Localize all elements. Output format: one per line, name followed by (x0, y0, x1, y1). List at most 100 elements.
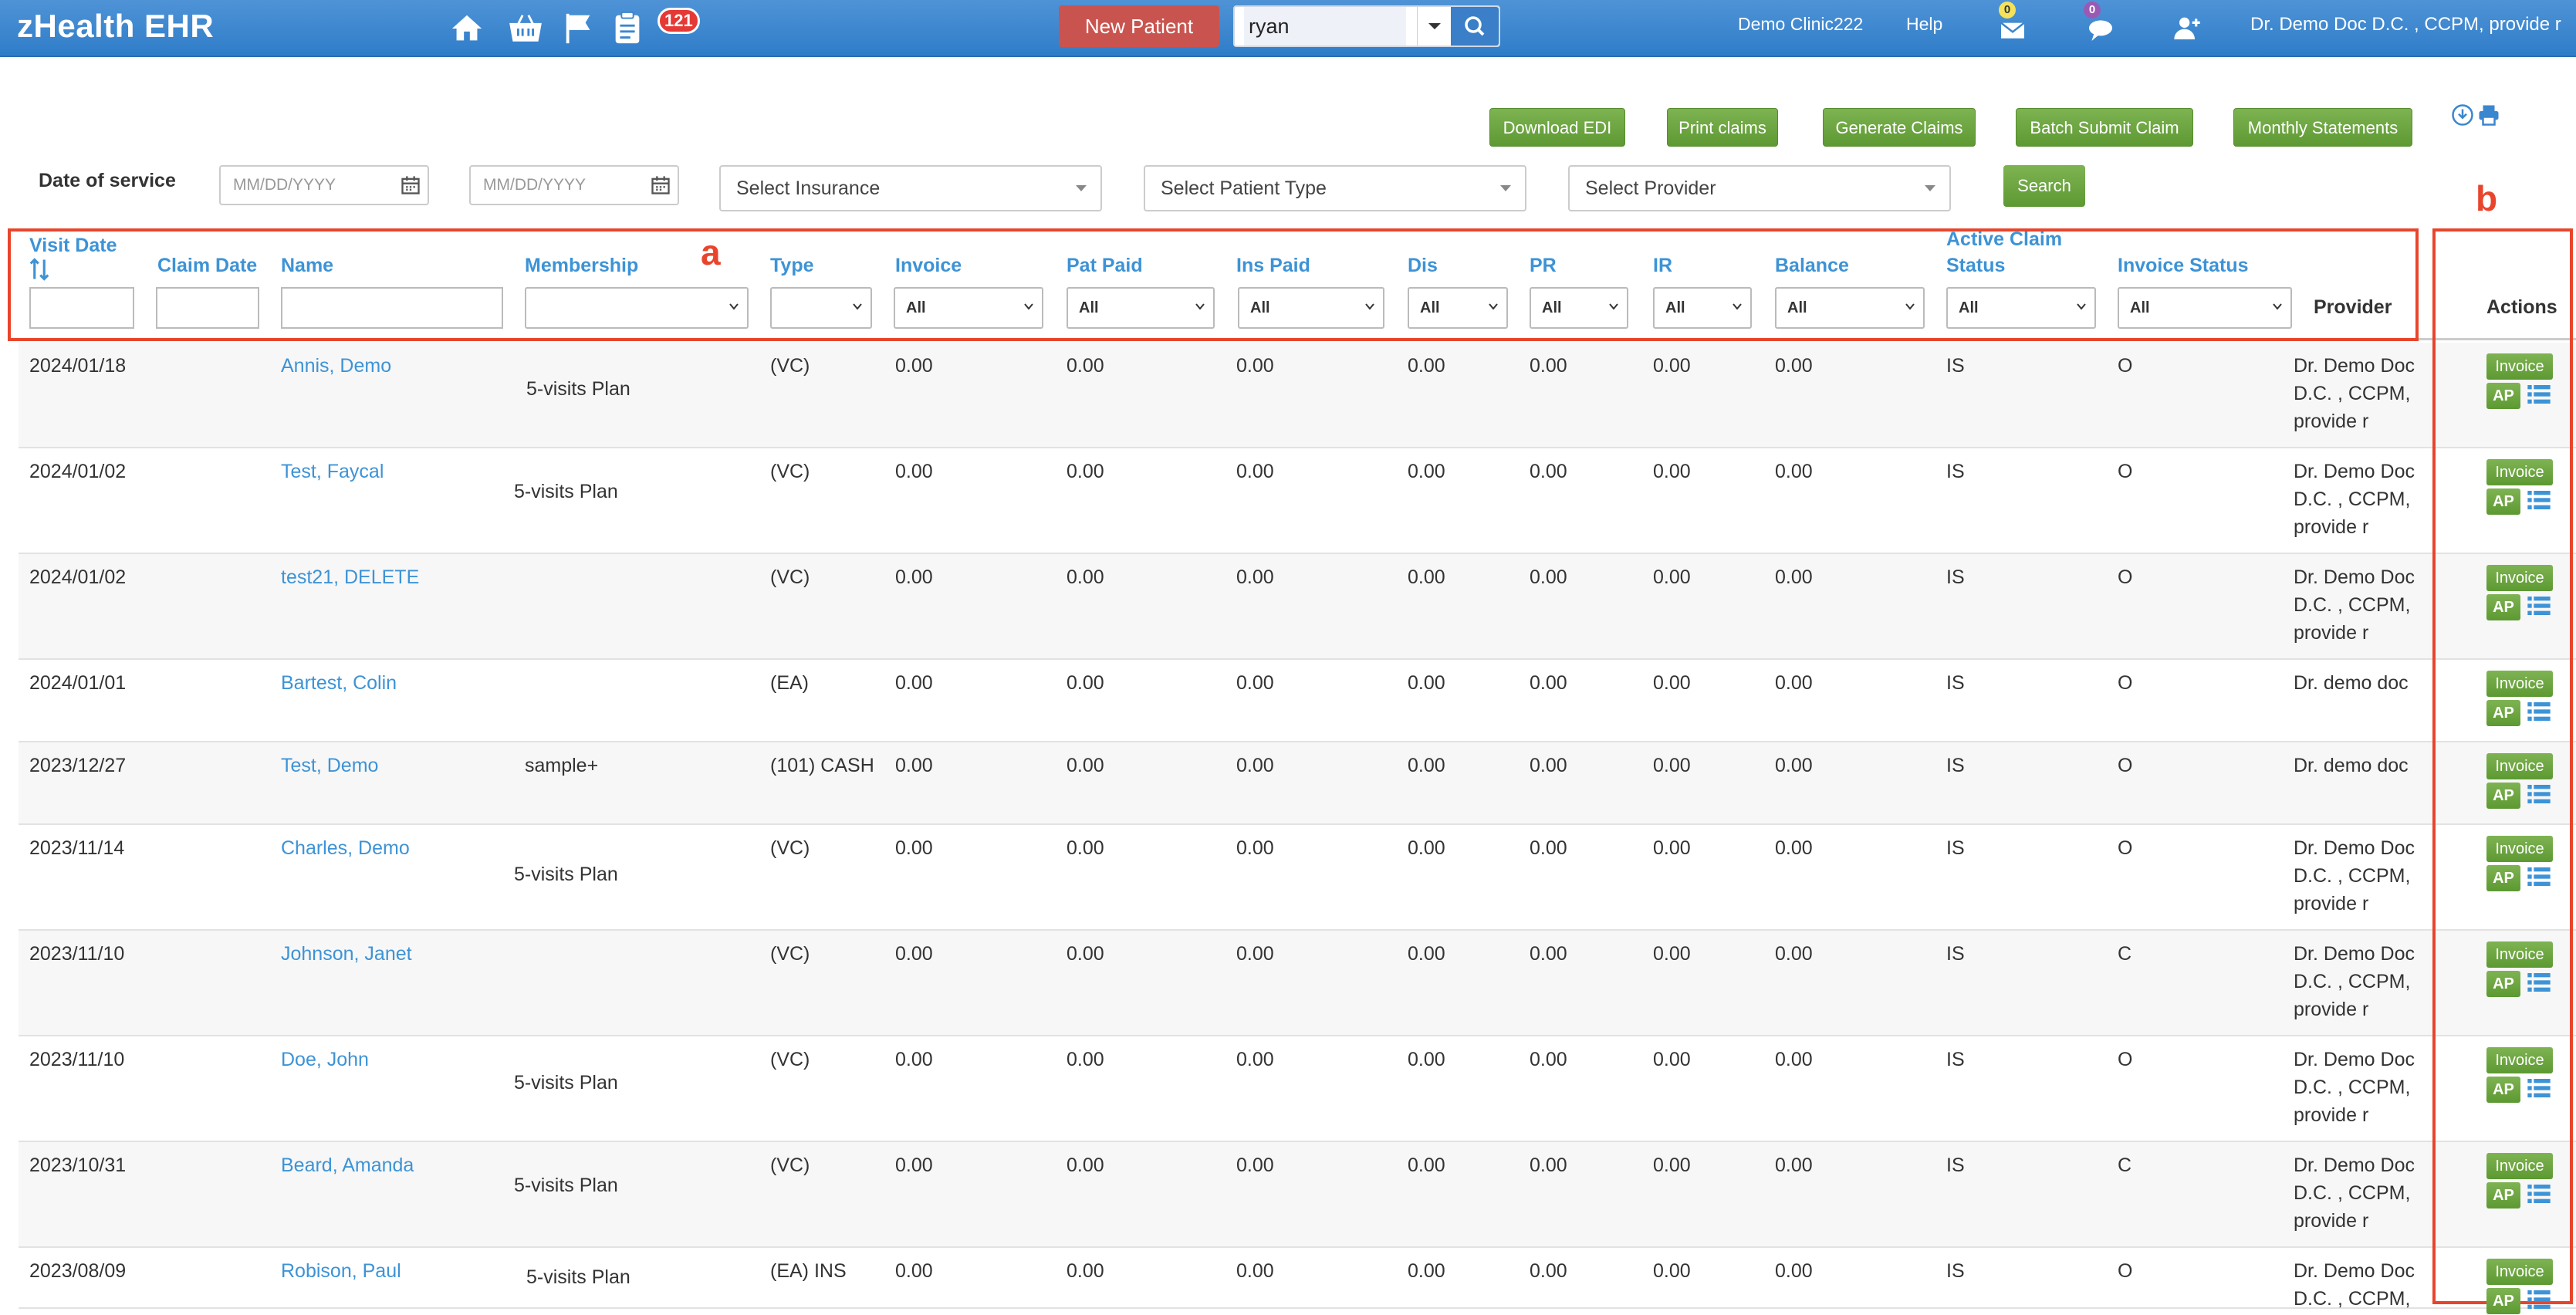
cell-provider: D.C. , CCPM, (2294, 865, 2411, 887)
date-from-input[interactable]: MM/DD/YYYY (219, 165, 429, 205)
invoice-action-button[interactable]: Invoice (2486, 565, 2553, 591)
list-icon[interactable] (2527, 594, 2551, 617)
provider-select[interactable]: Select Provider (1568, 165, 1951, 211)
cell-name[interactable]: Doe, John (281, 1049, 369, 1071)
ap-action-button[interactable]: AP (2486, 700, 2520, 726)
invoice-action-button[interactable]: Invoice (2486, 1047, 2553, 1073)
chevron-down-icon (1500, 185, 1511, 191)
list-icon[interactable] (2527, 783, 2551, 806)
invoice-action-button[interactable]: Invoice (2486, 836, 2553, 862)
ap-action-button[interactable]: AP (2486, 1077, 2520, 1103)
ap-action-button[interactable]: AP (2486, 488, 2520, 515)
search-button[interactable] (1451, 7, 1499, 46)
search-dropdown-toggle[interactable] (1417, 7, 1451, 46)
cell-name[interactable]: Johnson, Janet (281, 943, 412, 965)
generate-claims-button[interactable]: Generate Claims (1823, 108, 1976, 147)
envelope-icon[interactable] (1997, 14, 2028, 45)
cell-pat-paid: 0.00 (1067, 837, 1104, 859)
cell-type: (VC) (770, 355, 810, 377)
invoice-action-button[interactable]: Invoice (2486, 671, 2553, 697)
cell-name[interactable]: Robison, Paul (281, 1260, 401, 1283)
cell-provider: D.C. , CCPM, (2294, 594, 2411, 616)
app-brand[interactable]: zHealth EHR (17, 8, 214, 45)
annotation-box-a (8, 228, 2419, 341)
list-icon[interactable] (2527, 971, 2551, 994)
chat-icon[interactable] (2085, 14, 2116, 45)
patient-search-input[interactable] (1244, 7, 1406, 46)
cell-pat-paid: 0.00 (1067, 1260, 1104, 1282)
ap-action-button[interactable]: AP (2486, 594, 2520, 620)
print-icon[interactable] (2477, 103, 2500, 127)
flag-icon[interactable] (562, 11, 597, 46)
cell-pr: 0.00 (1530, 1154, 1567, 1176)
add-user-icon[interactable] (2172, 12, 2202, 43)
list-icon[interactable] (2527, 488, 2551, 512)
cell-provider: Dr. demo doc (2294, 755, 2409, 776)
list-icon[interactable] (2527, 383, 2551, 406)
list-icon[interactable] (2527, 1182, 2551, 1205)
print-claims-button[interactable]: Print claims (1667, 108, 1778, 147)
cell-dis: 0.00 (1408, 566, 1445, 588)
cell-name[interactable]: test21, DELETE (281, 566, 419, 589)
invoice-action-button[interactable]: Invoice (2486, 353, 2553, 380)
date-of-service-label: Date of service (39, 170, 176, 191)
cell-invoice: 0.00 (895, 1049, 933, 1070)
notification-badge[interactable]: 121 (658, 8, 700, 34)
invoice-action-button[interactable]: Invoice (2486, 1259, 2553, 1285)
home-icon[interactable] (449, 11, 485, 46)
invoice-action-button[interactable]: Invoice (2486, 459, 2553, 485)
patient-type-select[interactable]: Select Patient Type (1144, 165, 1526, 211)
invoice-action-button[interactable]: Invoice (2486, 753, 2553, 779)
cell-dis: 0.00 (1408, 837, 1445, 859)
ap-action-button[interactable]: AP (2486, 865, 2520, 891)
cell-balance: 0.00 (1775, 837, 1813, 859)
cell-ins-paid: 0.00 (1236, 943, 1274, 965)
cell-provider: provide r (2294, 411, 2369, 432)
basket-icon[interactable] (508, 11, 543, 46)
top-navbar: zHealth EHR 121 New Patient Demo Clinic2… (0, 0, 2576, 57)
cell-ins-paid: 0.00 (1236, 355, 1274, 377)
clinic-name[interactable]: Demo Clinic222 (1738, 14, 1863, 35)
batch-submit-claim-button[interactable]: Batch Submit Claim (2016, 108, 2193, 147)
list-icon[interactable] (2527, 1288, 2551, 1311)
cell-name[interactable]: Test, Demo (281, 755, 378, 777)
cell-name[interactable]: Beard, Amanda (281, 1154, 414, 1177)
cell-dis: 0.00 (1408, 1154, 1445, 1176)
download-edi-button[interactable]: Download EDI (1489, 108, 1625, 147)
list-icon[interactable] (2527, 700, 2551, 723)
cell-invoice-status: O (2118, 837, 2133, 859)
date-to-input[interactable]: MM/DD/YYYY (469, 165, 679, 205)
cell-name[interactable]: Charles, Demo (281, 837, 410, 860)
cell-claim-status: IS (1946, 755, 1965, 776)
insurance-select[interactable]: Select Insurance (719, 165, 1102, 211)
help-link[interactable]: Help (1906, 14, 1942, 35)
ap-action-button[interactable]: AP (2486, 1182, 2520, 1209)
cell-provider: Dr. Demo Doc (2294, 1049, 2415, 1070)
clipboard-icon[interactable] (610, 11, 645, 46)
new-patient-button[interactable]: New Patient (1059, 5, 1219, 47)
user-menu[interactable]: Dr. Demo Doc D.C. , CCPM, provide r (2250, 14, 2561, 35)
ap-action-button[interactable]: AP (2486, 383, 2520, 409)
list-icon[interactable] (2527, 1077, 2551, 1100)
cell-name[interactable]: Annis, Demo (281, 355, 391, 377)
cell-type: (VC) (770, 1154, 810, 1176)
cell-claim-status: IS (1946, 355, 1965, 377)
cell-name[interactable]: Bartest, Colin (281, 672, 397, 695)
cell-name[interactable]: Test, Faycal (281, 461, 384, 483)
invoice-action-button[interactable]: Invoice (2486, 941, 2553, 968)
cell-invoice: 0.00 (895, 355, 933, 377)
monthly-statements-button[interactable]: Monthly Statements (2233, 108, 2412, 147)
cell-pr: 0.00 (1530, 755, 1567, 776)
cell-ir: 0.00 (1653, 1049, 1691, 1070)
ap-action-button[interactable]: AP (2486, 971, 2520, 997)
ap-action-button[interactable]: AP (2486, 783, 2520, 809)
cell-provider: D.C. , CCPM, (2294, 488, 2411, 510)
filter-search-button[interactable]: Search (2003, 165, 2085, 207)
list-icon[interactable] (2527, 865, 2551, 888)
cell-membership: 5-visits Plan (514, 481, 618, 502)
cell-type: (VC) (770, 943, 810, 965)
calendar-icon (401, 176, 420, 194)
ap-action-button[interactable]: AP (2486, 1288, 2520, 1314)
invoice-action-button[interactable]: Invoice (2486, 1153, 2553, 1179)
download-icon[interactable] (2451, 103, 2474, 127)
